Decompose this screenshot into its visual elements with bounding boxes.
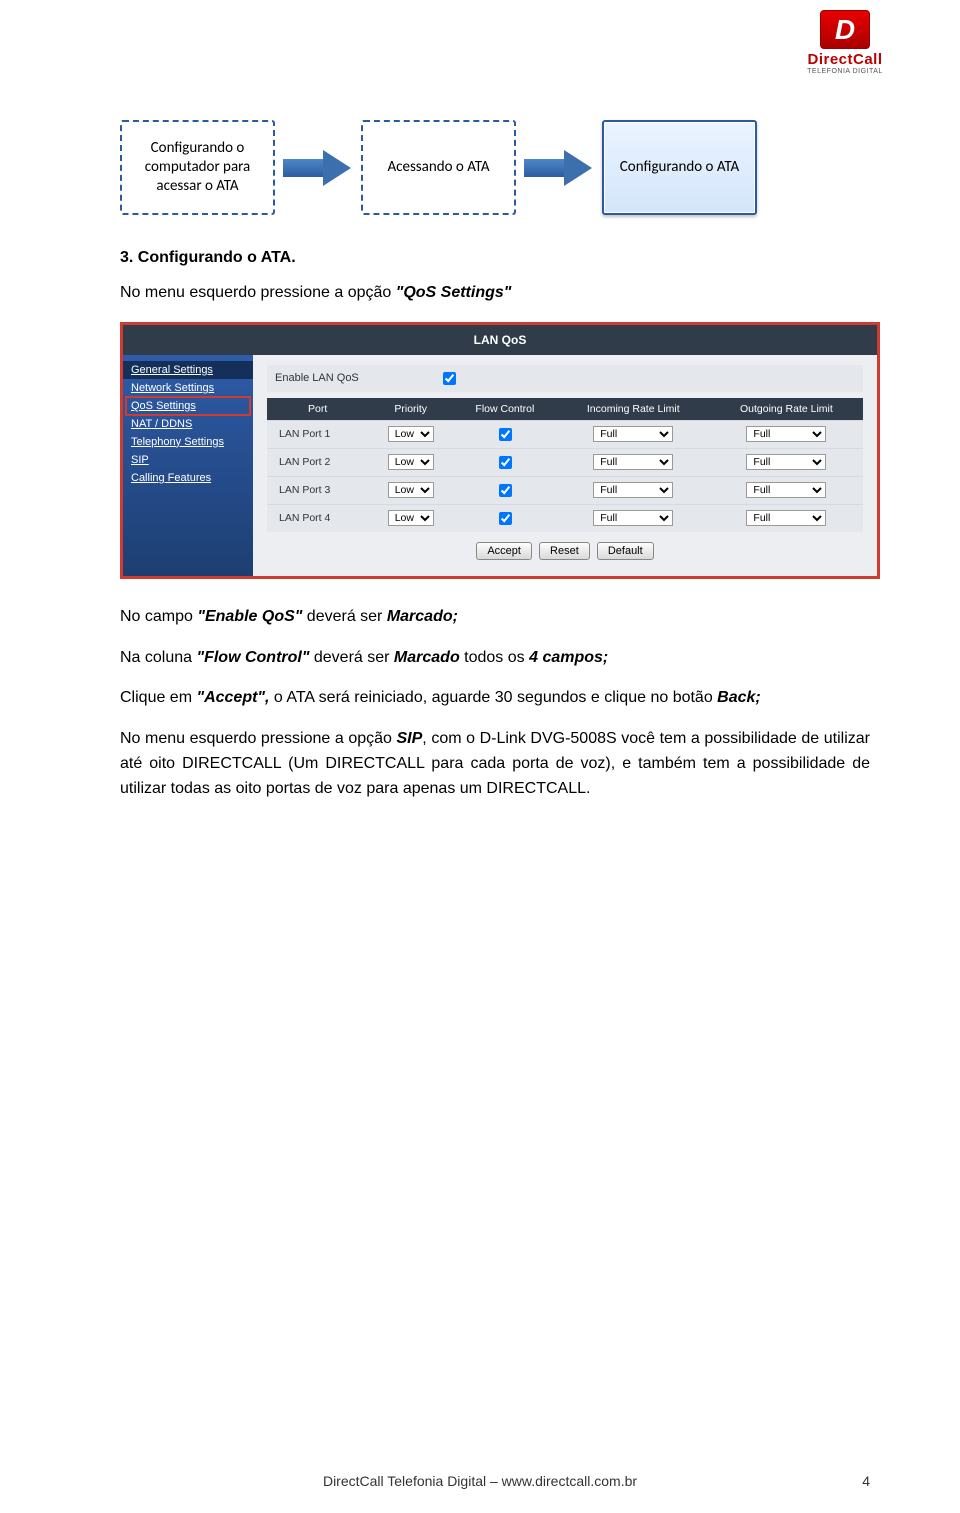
paragraph-2: No campo "Enable QoS" deverá ser Marcado… xyxy=(120,605,870,630)
screenshot-title: LAN QoS xyxy=(123,325,877,355)
enable-lan-qos-checkbox[interactable] xyxy=(443,372,456,385)
table-row: LAN Port 4 Low Full Full xyxy=(267,504,863,532)
incoming-rate-select[interactable]: Full xyxy=(593,426,673,442)
quoted: "QoS Settings" xyxy=(396,284,512,301)
logo-tagline: TELEFONIA DIGITAL xyxy=(807,68,883,75)
outgoing-rate-select[interactable]: Full xyxy=(746,454,826,470)
bold: Marcado; xyxy=(387,608,458,625)
table-row: LAN Port 1 Low Full Full xyxy=(267,420,863,448)
incoming-rate-select[interactable]: Full xyxy=(593,482,673,498)
text: deverá ser xyxy=(309,649,393,666)
paragraph-5: No menu esquerdo pressione a opção SIP, … xyxy=(120,727,870,801)
outgoing-rate-select[interactable]: Full xyxy=(746,510,826,526)
bold: SIP xyxy=(397,730,423,747)
outgoing-rate-select[interactable]: Full xyxy=(746,426,826,442)
text: No menu esquerdo pressione a opção xyxy=(120,284,396,301)
text: No campo xyxy=(120,608,197,625)
incoming-rate-select[interactable]: Full xyxy=(593,510,673,526)
nav-network-settings[interactable]: Network Settings xyxy=(123,379,253,397)
flow-control-checkbox[interactable] xyxy=(499,512,512,525)
qos-table: Port Priority Flow Control Incoming Rate… xyxy=(267,398,863,532)
nav-telephony-settings[interactable]: Telephony Settings xyxy=(123,433,253,451)
bold: Back; xyxy=(717,689,761,706)
flow-control-checkbox[interactable] xyxy=(499,456,512,469)
flow-step-3: Configurando o ATA xyxy=(602,120,757,215)
table-row: LAN Port 3 Low Full Full xyxy=(267,476,863,504)
quoted: "Flow Control" xyxy=(197,649,310,666)
col-incoming-rate: Incoming Rate Limit xyxy=(557,398,710,421)
enable-lan-qos-label: Enable LAN QoS xyxy=(275,372,359,384)
col-port: Port xyxy=(267,398,368,421)
default-button[interactable]: Default xyxy=(597,542,654,560)
nav-qos-settings[interactable]: QoS Settings xyxy=(123,397,253,415)
flow-control-checkbox[interactable] xyxy=(499,428,512,441)
bold: 4 campos; xyxy=(529,649,608,666)
quoted: "Accept", xyxy=(196,689,269,706)
outgoing-rate-select[interactable]: Full xyxy=(746,482,826,498)
text: Na coluna xyxy=(120,649,197,666)
nav-calling-features[interactable]: Calling Features xyxy=(123,469,253,487)
priority-select[interactable]: Low xyxy=(388,454,434,470)
cell-port: LAN Port 2 xyxy=(267,448,368,476)
cell-port: LAN Port 1 xyxy=(267,420,368,448)
nav-general-settings[interactable]: General Settings xyxy=(123,361,253,379)
logo-text: DirectCall xyxy=(807,51,882,68)
arrow-icon xyxy=(524,150,594,186)
text: todos os xyxy=(460,649,529,666)
text: Clique em xyxy=(120,689,196,706)
cell-port: LAN Port 4 xyxy=(267,504,368,532)
col-priority: Priority xyxy=(368,398,453,421)
flow-diagram: Configurando o computador para acessar o… xyxy=(120,120,870,215)
page-number: 4 xyxy=(862,1473,870,1489)
brand-logo: DirectCall TELEFONIA DIGITAL xyxy=(780,10,910,75)
quoted: "Enable QoS" xyxy=(197,608,302,625)
priority-select[interactable]: Low xyxy=(388,426,434,442)
page-footer: DirectCall Telefonia Digital – www.direc… xyxy=(0,1473,960,1489)
paragraph-3: Na coluna "Flow Control" deverá ser Marc… xyxy=(120,646,870,671)
section-heading: 3. Configurando o ATA. xyxy=(120,249,870,267)
flow-step-1: Configurando o computador para acessar o… xyxy=(120,120,275,215)
reset-button[interactable]: Reset xyxy=(539,542,590,560)
accept-button[interactable]: Accept xyxy=(476,542,532,560)
text: o ATA será reiniciado, aguarde 30 segund… xyxy=(269,689,717,706)
paragraph-1: No menu esquerdo pressione a opção "QoS … xyxy=(120,281,870,306)
flow-step-2: Acessando o ATA xyxy=(361,120,516,215)
text: deverá ser xyxy=(302,608,386,625)
cell-port: LAN Port 3 xyxy=(267,476,368,504)
nav-sip[interactable]: SIP xyxy=(123,451,253,469)
arrow-icon xyxy=(283,150,353,186)
nav-nat-ddns[interactable]: NAT / DDNS xyxy=(123,415,253,433)
flow-control-checkbox[interactable] xyxy=(499,484,512,497)
logo-mark xyxy=(820,10,870,49)
screenshot-qos: LAN QoS General Settings Network Setting… xyxy=(120,322,880,579)
table-row: LAN Port 2 Low Full Full xyxy=(267,448,863,476)
bold: Marcado xyxy=(394,649,460,666)
priority-select[interactable]: Low xyxy=(388,482,434,498)
paragraph-4: Clique em "Accept", o ATA será reiniciad… xyxy=(120,686,870,711)
text: No menu esquerdo pressione a opção xyxy=(120,730,397,747)
col-outgoing-rate: Outgoing Rate Limit xyxy=(710,398,863,421)
screenshot-sidebar: General Settings Network Settings QoS Se… xyxy=(123,355,253,576)
incoming-rate-select[interactable]: Full xyxy=(593,454,673,470)
col-flow-control: Flow Control xyxy=(453,398,557,421)
priority-select[interactable]: Low xyxy=(388,510,434,526)
